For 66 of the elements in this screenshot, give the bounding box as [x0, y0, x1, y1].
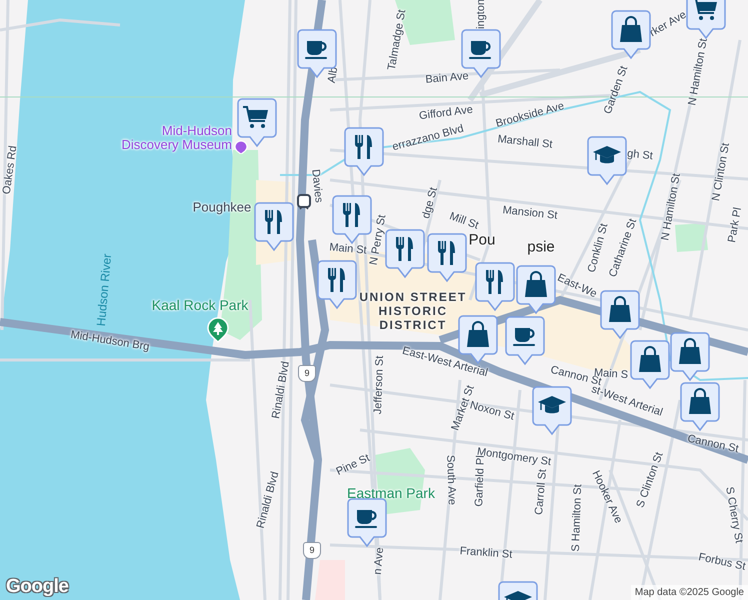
- cafe-marker[interactable]: [505, 316, 545, 366]
- street-label: N Hamilton St: [659, 172, 683, 242]
- street-label: N Hamilton St: [686, 38, 710, 106]
- street-label: Pine St: [334, 452, 372, 478]
- street-label: Brookside Ave: [494, 100, 566, 130]
- city-label: psie: [527, 238, 555, 256]
- street-label: Main St: [328, 241, 368, 257]
- street-label: Talmadge St: [386, 8, 408, 72]
- street-label: N Perry St: [368, 214, 388, 266]
- street-label: Rinaldi Blvd: [254, 470, 282, 530]
- street-label: Bain Ave: [424, 70, 470, 86]
- street-label: Mansion St: [502, 204, 558, 222]
- river-label: Hudson River: [94, 253, 114, 327]
- street-label: Mid-Hudson Brg: [70, 328, 150, 354]
- street-label: Davies: [309, 168, 325, 204]
- street-label: Carroll St: [533, 468, 549, 516]
- street-label: Marshall St: [497, 133, 553, 151]
- shopping-marker[interactable]: [670, 332, 710, 382]
- park-label: Kaal Rock Park: [152, 297, 248, 313]
- street-label: Franklin St: [459, 545, 513, 561]
- museum-marker-icon: [234, 140, 248, 154]
- street-label: Conklin St: [586, 222, 610, 274]
- street-label: ington: [475, 0, 487, 29]
- street-label: Oakes Rd: [0, 144, 20, 196]
- street-label: Rinaldi Blvd: [270, 360, 292, 420]
- tree-marker-icon: [207, 317, 229, 343]
- grocery-marker[interactable]: [237, 98, 277, 148]
- school-marker[interactable]: [587, 136, 627, 186]
- route-shield: 9: [303, 542, 321, 559]
- street-label: Gifford Ave: [418, 104, 474, 122]
- google-logo: Google: [6, 576, 68, 598]
- street-label: Park Pl: [726, 206, 744, 244]
- station-label: Poughkee: [192, 200, 252, 214]
- street-label: N Clinton St: [710, 142, 732, 202]
- street-label: Forbus St: [697, 551, 747, 573]
- street-label: rker Ave: [648, 8, 688, 40]
- shopping-marker[interactable]: [611, 10, 651, 60]
- map-attribution: Map data ©2025 Google: [630, 585, 748, 600]
- street-label: S Hamilton St: [570, 484, 584, 552]
- grocery-marker[interactable]: [686, 0, 726, 40]
- street-label: Garden St: [602, 64, 630, 116]
- cafe-marker[interactable]: [347, 498, 387, 548]
- shopping-marker[interactable]: [680, 382, 720, 432]
- route-shield: 9: [298, 365, 316, 382]
- street-label: Cannon St: [686, 432, 740, 456]
- district-label: UNION STREET HISTORIC DISTRICT: [358, 290, 468, 332]
- restaurant-marker[interactable]: [344, 127, 384, 177]
- street-label: n Ave: [372, 546, 386, 576]
- park-label: Eastman Park: [347, 485, 435, 501]
- street-label: Noxon St: [468, 399, 516, 423]
- street-label: Mill St: [448, 210, 480, 232]
- shopping-marker[interactable]: [630, 340, 670, 390]
- restaurant-marker[interactable]: [332, 195, 372, 245]
- train-icon: [297, 194, 311, 210]
- street-label: South Ave: [444, 454, 458, 506]
- school-marker[interactable]: [532, 386, 572, 436]
- street-label: S Cherry St: [723, 486, 745, 544]
- museum-label: Mid-Hudson Discovery Museum: [120, 124, 232, 152]
- shopping-marker[interactable]: [600, 290, 640, 340]
- street-label: Jefferson St: [372, 356, 386, 414]
- street-label: errazzano Blvd: [391, 122, 465, 154]
- street-label: S Clinton St: [634, 450, 666, 510]
- city-label: Pou: [468, 232, 496, 248]
- street-label: gh St: [626, 148, 654, 162]
- street-label: dge St: [420, 186, 440, 220]
- shaded-area: [315, 560, 345, 600]
